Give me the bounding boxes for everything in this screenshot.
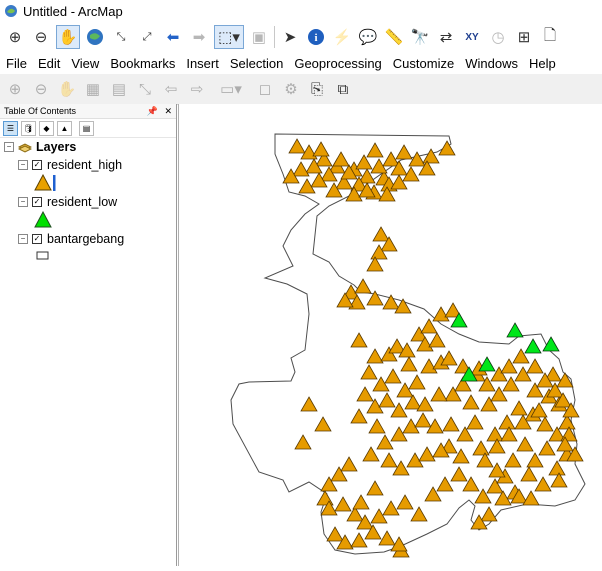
- html-popup-icon[interactable]: 💬: [357, 26, 379, 48]
- layout-zoom-in-icon[interactable]: ⊕: [4, 78, 26, 100]
- collapse-icon[interactable]: −: [4, 142, 14, 152]
- list-by-selection-icon[interactable]: ▲: [57, 120, 72, 136]
- menu-bar: File Edit View Bookmarks Insert Selectio…: [0, 52, 602, 74]
- resident-high-point: [354, 278, 372, 294]
- select-features-icon[interactable]: ⬚▾: [214, 25, 244, 49]
- back-icon[interactable]: ⬅: [162, 26, 184, 48]
- layout-toolbar: ⊕ ⊖ ✋ ▦ ▤ ⤡ ⇦ ⇨ ▭▾ ◻ ⚙ ⎘ ⧉: [0, 74, 602, 105]
- triangle-symbol-icon: [34, 174, 56, 191]
- menu-windows[interactable]: Windows: [459, 56, 523, 71]
- menu-view[interactable]: View: [65, 56, 104, 71]
- toc-header: Table Of Contents 📌 ✕: [0, 104, 176, 119]
- arcmap-logo-icon: [5, 5, 17, 17]
- time-slider-icon[interactable]: ◷: [487, 26, 509, 48]
- layer-name: resident_high: [47, 158, 123, 172]
- fixed-zoom-out-icon[interactable]: ⤢: [136, 26, 158, 48]
- pin-icon[interactable]: 📌: [147, 106, 158, 116]
- find-route-icon[interactable]: ⇄: [435, 26, 457, 48]
- toc-title: Table Of Contents: [4, 106, 77, 116]
- menu-insert[interactable]: Insert: [180, 56, 224, 71]
- pan-icon[interactable]: ✋: [56, 25, 80, 49]
- menu-file[interactable]: File: [0, 56, 32, 71]
- menu-bookmarks[interactable]: Bookmarks: [104, 56, 180, 71]
- hyperlink-icon[interactable]: ⚡: [331, 26, 353, 48]
- layer-visibility-checkbox[interactable]: ✓: [32, 160, 42, 170]
- toc-options-icon[interactable]: ▤: [79, 120, 94, 136]
- resident-low-symbol[interactable]: [34, 211, 54, 229]
- layers-icon: [18, 143, 32, 153]
- tools-toolbar: ⊕ ⊖ ✋ ⤡ ⤢ ⬅ ➡ ⬚▾ ▣ ➤ i ⚡ 💬 📏 🔭 ⇄ XY ◷ ⊞ …: [0, 22, 602, 52]
- clear-selection-icon[interactable]: ▣: [248, 26, 270, 48]
- data-driven-pages-icon[interactable]: ⧉: [332, 78, 354, 100]
- collapse-icon[interactable]: −: [18, 234, 28, 244]
- layer-name: resident_low: [47, 195, 118, 209]
- layer-visibility-checkbox[interactable]: ✓: [32, 197, 42, 207]
- full-extent-icon[interactable]: [84, 26, 106, 48]
- toc-tools: ☰ 🛢 ◆ ▲ ▤: [0, 119, 176, 138]
- change-layout-icon[interactable]: ⎘: [306, 78, 328, 100]
- resident-high-symbol[interactable]: [34, 174, 56, 192]
- toggle-draft-mode-icon[interactable]: ◻: [254, 78, 276, 100]
- list-by-drawing-order-icon[interactable]: ☰: [3, 120, 18, 136]
- title-bar: Untitled - ArcMap: [0, 0, 602, 22]
- layout-forward-icon[interactable]: ⇨: [186, 78, 208, 100]
- resident-low-point: [506, 322, 524, 338]
- collapse-icon[interactable]: −: [18, 160, 28, 170]
- layout-back-icon[interactable]: ⇦: [160, 78, 182, 100]
- zoom-100-icon[interactable]: ▤: [108, 78, 130, 100]
- list-by-source-icon[interactable]: 🛢: [21, 120, 36, 136]
- svg-text:i: i: [314, 32, 317, 44]
- window-title: Untitled - ArcMap: [23, 3, 123, 19]
- menu-geoprocessing[interactable]: Geoprocessing: [288, 56, 386, 71]
- go-to-xy-icon[interactable]: XY: [461, 26, 483, 48]
- select-elements-icon[interactable]: ➤: [279, 26, 301, 48]
- collapse-icon[interactable]: −: [18, 197, 28, 207]
- menu-help[interactable]: Help: [523, 56, 561, 71]
- toolbar-separator: [274, 26, 275, 48]
- layout-zoom-out-icon[interactable]: ⊖: [30, 78, 52, 100]
- forward-icon[interactable]: ➡: [188, 26, 210, 48]
- toc-layer-resident-low[interactable]: − ✓ resident_low: [18, 195, 117, 209]
- zoom-percent-dropdown[interactable]: ▭▾: [212, 78, 250, 100]
- table-of-contents: Table Of Contents 📌 ✕ ☰ 🛢 ◆ ▲ ▤ − Layers…: [0, 104, 177, 566]
- menu-customize[interactable]: Customize: [387, 56, 459, 71]
- identify-icon[interactable]: i: [305, 26, 327, 48]
- triangle-symbol-icon: [34, 211, 52, 228]
- resident-high-point: [372, 226, 390, 242]
- layer-visibility-checkbox[interactable]: ✓: [32, 234, 42, 244]
- menu-selection[interactable]: Selection: [224, 56, 288, 71]
- page-icon[interactable]: 🗋: [539, 26, 561, 48]
- zoom-out-icon[interactable]: ⊖: [30, 26, 52, 48]
- layers-label: Layers: [36, 140, 77, 154]
- toc-layer-bantargebang[interactable]: − ✓ bantargebang: [18, 232, 124, 246]
- resident-high-point: [390, 174, 408, 190]
- toc-window-controls: 📌 ✕: [147, 106, 172, 117]
- fixed-zoom-icon[interactable]: ⤡: [134, 78, 156, 100]
- map-view[interactable]: [178, 104, 602, 566]
- layers-root[interactable]: − Layers: [4, 140, 76, 154]
- find-icon[interactable]: 🔭: [409, 26, 431, 48]
- focus-data-frame-icon[interactable]: ⚙: [280, 78, 302, 100]
- measure-icon[interactable]: 📏: [383, 26, 405, 48]
- polygon-symbol-icon: [36, 251, 49, 260]
- fixed-zoom-in-icon[interactable]: ⤡: [110, 26, 132, 48]
- toc-layer-resident-high[interactable]: − ✓ resident_high: [18, 158, 122, 172]
- list-by-visibility-icon[interactable]: ◆: [39, 120, 54, 136]
- map-canvas[interactable]: [179, 104, 602, 566]
- zoom-whole-page-icon[interactable]: ▦: [82, 78, 104, 100]
- menu-edit[interactable]: Edit: [32, 56, 65, 71]
- layout-pan-icon[interactable]: ✋: [56, 78, 78, 100]
- magnifier-icon[interactable]: ⊞: [513, 26, 535, 48]
- layer-name: bantargebang: [47, 232, 125, 246]
- close-icon[interactable]: ✕: [164, 106, 172, 116]
- zoom-in-icon[interactable]: ⊕: [4, 26, 26, 48]
- bantargebang-symbol[interactable]: [36, 251, 50, 261]
